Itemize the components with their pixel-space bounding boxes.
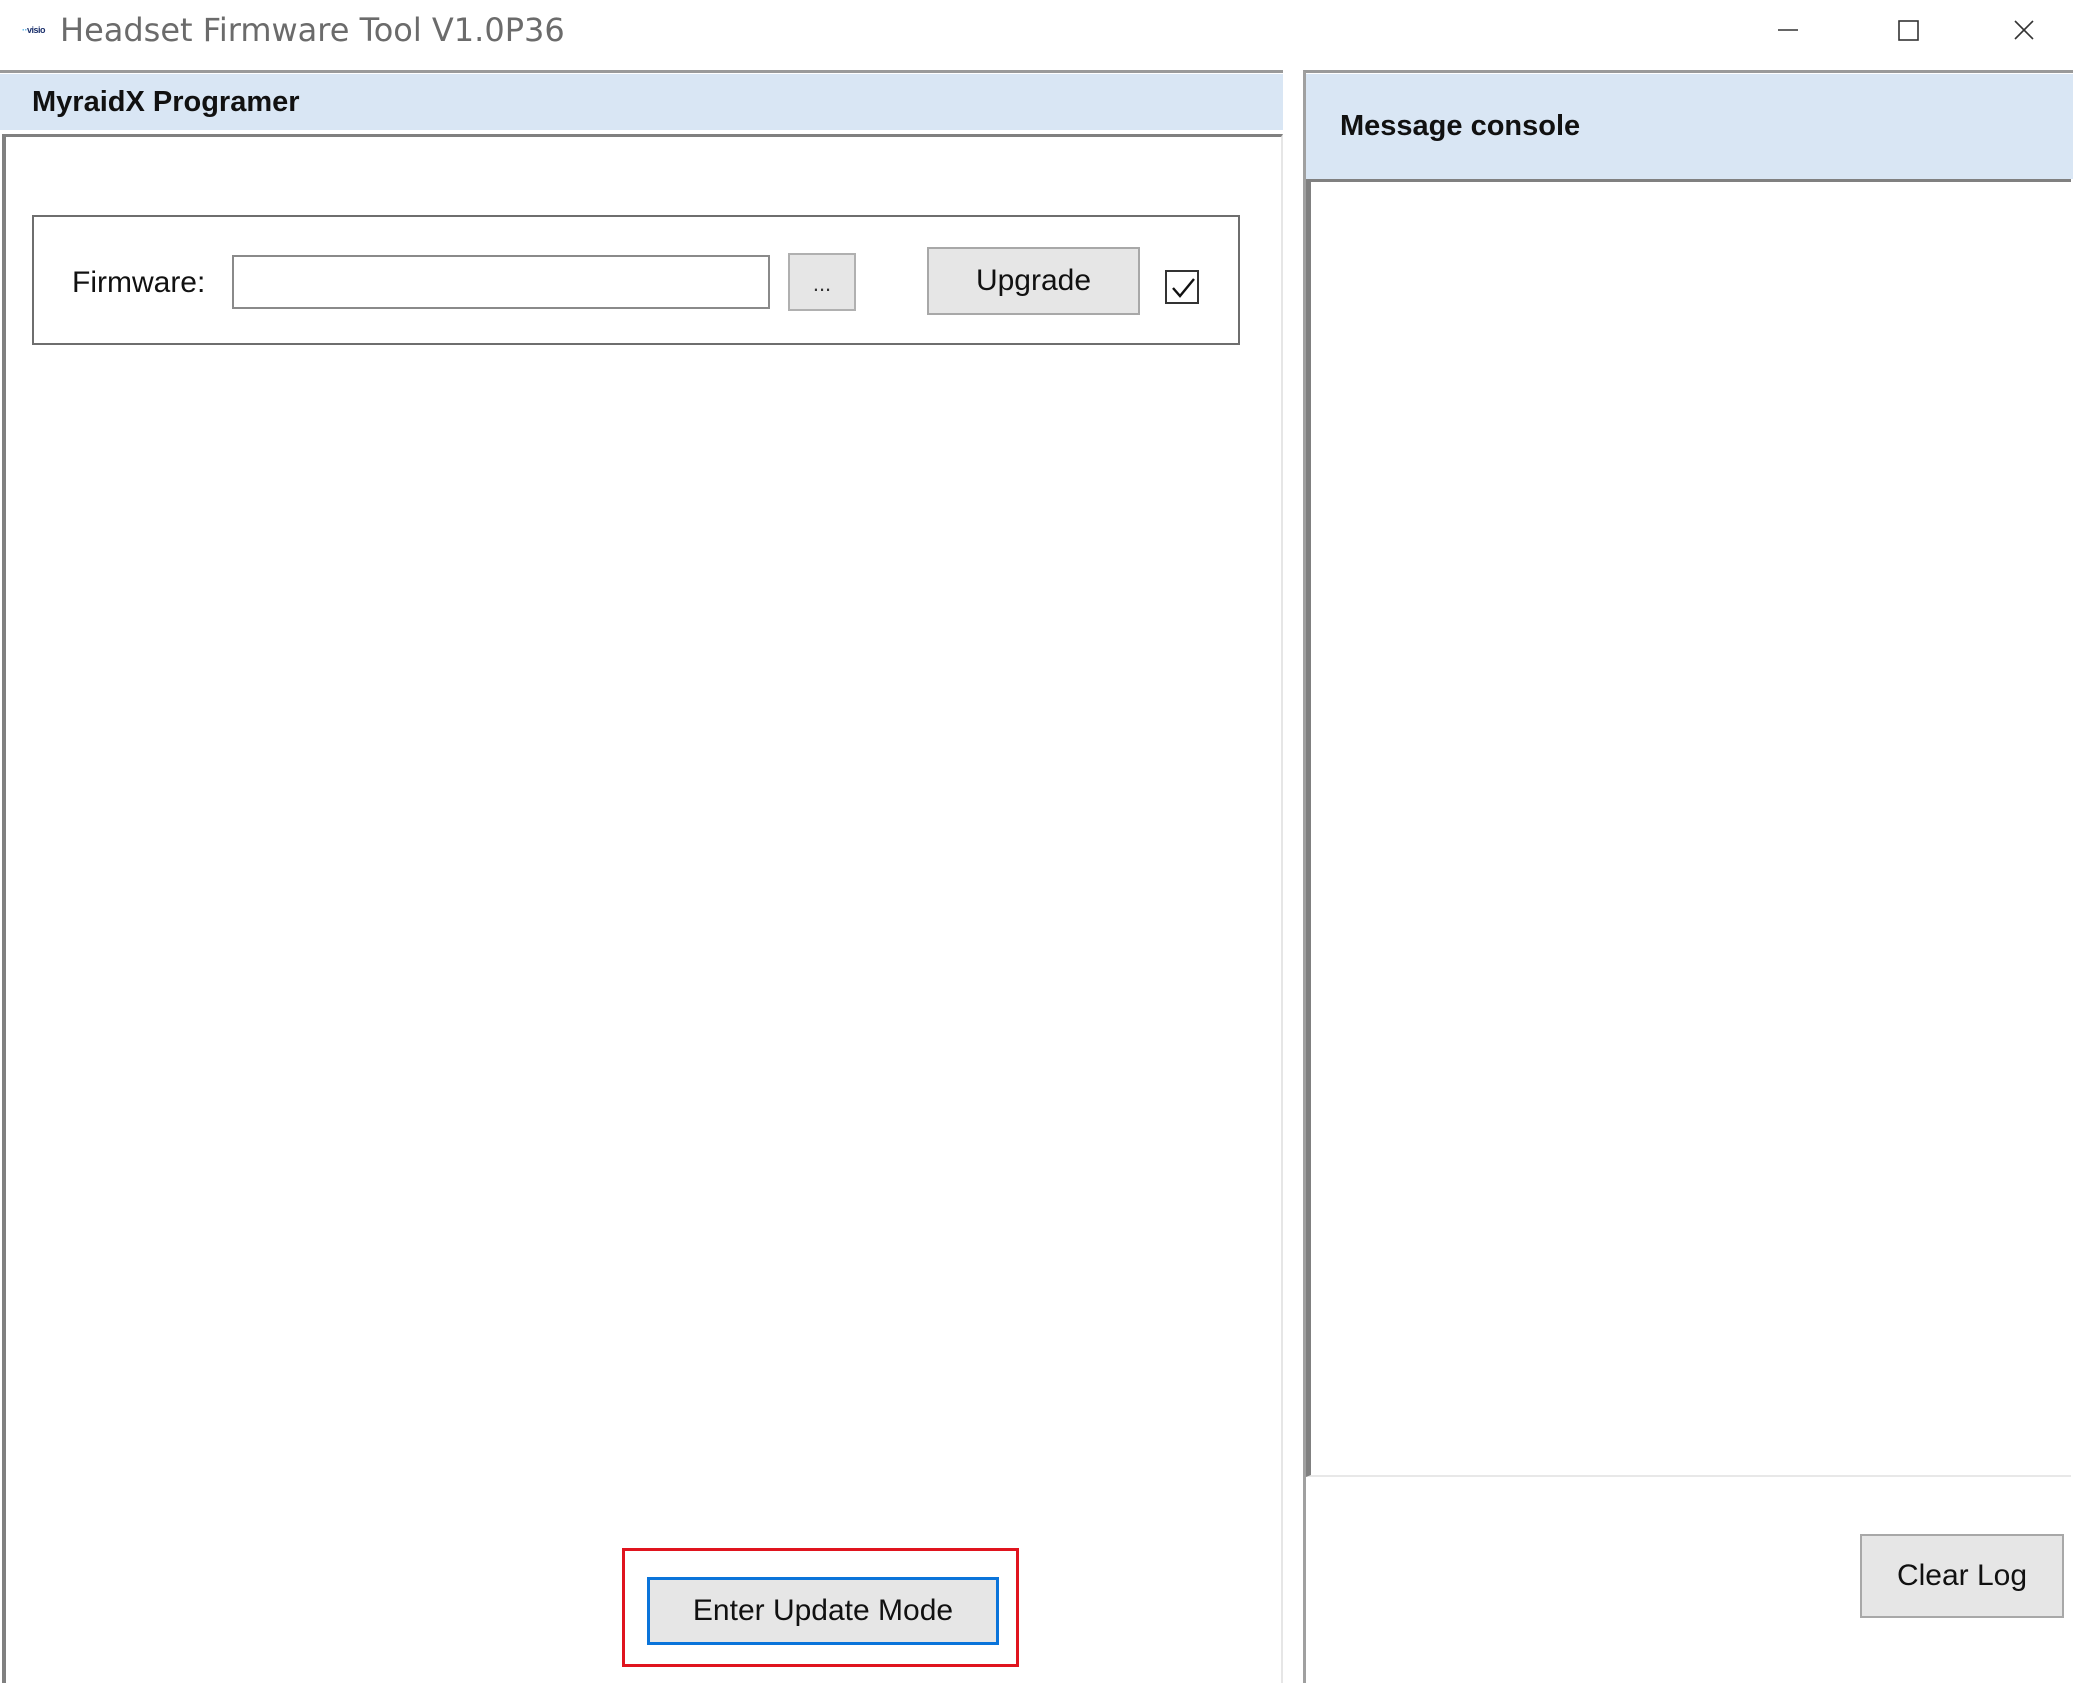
firmware-path-input[interactable] [232,255,770,309]
firmware-label: Firmware: [72,266,206,299]
browse-button[interactable]: ... [788,253,856,311]
enter-update-mode-button[interactable]: Enter Update Mode [647,1577,999,1645]
clear-log-button[interactable]: Clear Log [1860,1534,2064,1618]
close-button[interactable] [1965,0,2073,60]
message-log-area[interactable] [1306,179,2071,1477]
maximize-icon [1898,20,1919,41]
programmer-panel-body [2,134,1283,1683]
checkmark-icon [1172,278,1195,298]
minimize-button[interactable] [1735,0,1845,60]
close-icon [2014,20,2034,40]
minimize-icon [1778,29,1798,31]
title-bar: ··visio Headset Firmware Tool V1.0P36 [0,0,2073,62]
app-logo-icon: ··visio [22,25,46,35]
upgrade-button[interactable]: Upgrade [927,247,1140,315]
window-title: Headset Firmware Tool V1.0P36 [60,11,565,49]
message-console-title: Message console [1340,110,1581,142]
panel-splitter[interactable] [1283,70,1305,1683]
upgrade-checkbox[interactable] [1165,270,1199,304]
maximize-button[interactable] [1850,0,1960,60]
programmer-panel-title: MyraidX Programer [32,86,300,118]
